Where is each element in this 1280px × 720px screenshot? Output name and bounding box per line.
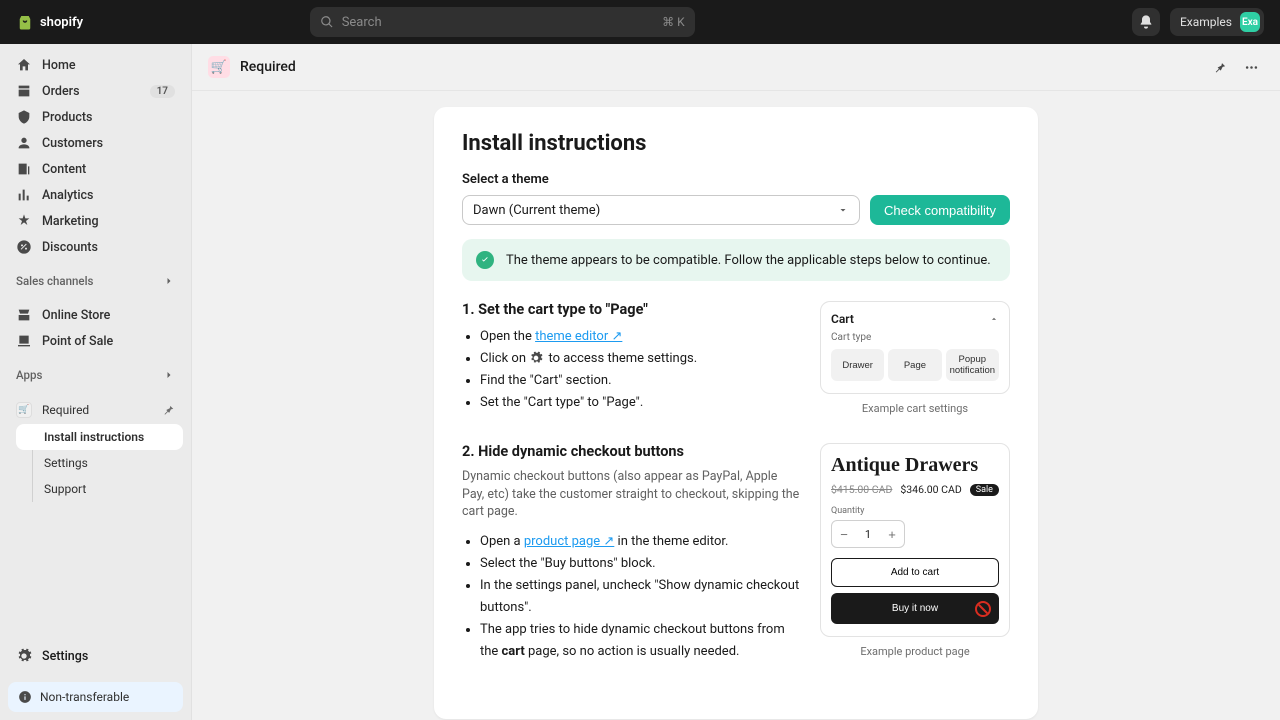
account-avatar: Exa <box>1240 12 1260 32</box>
sidebar: HomeOrders17ProductsCustomersContentAnal… <box>0 44 192 720</box>
discounts-icon <box>16 239 32 255</box>
sidebar-item-products[interactable]: Products <box>8 104 183 130</box>
dots-icon <box>1244 60 1259 75</box>
badge: 17 <box>150 85 175 98</box>
chevron-right-icon <box>163 275 175 287</box>
step-2-bullet-2: Select the "Buy buttons" block. <box>480 553 800 575</box>
sidebar-sub-support[interactable]: Support <box>16 476 183 502</box>
analytics-icon <box>16 187 32 203</box>
non-transferable-badge[interactable]: Non-transferable <box>8 682 183 712</box>
select-theme-label: Select a theme <box>462 172 1010 187</box>
check-circle-icon <box>476 251 494 269</box>
pin-button[interactable] <box>1206 54 1232 80</box>
products-icon <box>16 109 32 125</box>
check-compatibility-button[interactable]: Check compatibility <box>870 195 1010 225</box>
step-1-title: 1. Set the cart type to "Page" <box>462 301 800 318</box>
step-2: 2. Hide dynamic checkout buttons Dynamic… <box>462 443 1010 663</box>
store-icon <box>16 307 32 323</box>
home-icon <box>16 57 32 73</box>
bell-icon <box>1138 14 1154 30</box>
qty-minus[interactable]: − <box>832 521 856 547</box>
product-page-link[interactable]: product page ↗ <box>524 534 614 549</box>
shopify-bag-icon <box>16 13 34 31</box>
sidebar-item-home[interactable]: Home <box>8 52 183 78</box>
chevron-up-icon <box>989 314 999 324</box>
preview-caption: Example product page <box>820 645 1010 658</box>
cart-type-drawer[interactable]: Drawer <box>831 349 884 381</box>
step-1-bullet-3: Find the "Cart" section. <box>480 370 800 392</box>
card-heading: Install instructions <box>462 131 1010 156</box>
brand-logo[interactable]: shopify <box>16 13 83 31</box>
customers-icon <box>16 135 32 151</box>
qty-plus[interactable]: + <box>880 521 904 547</box>
buy-now-button[interactable]: Buy it now <box>831 593 999 624</box>
sidebar-app-required[interactable]: 🛒 Required <box>8 396 183 424</box>
info-icon <box>18 690 32 704</box>
chevron-right-icon <box>163 369 175 381</box>
page-header: 🛒 Required <box>192 44 1280 91</box>
account-menu[interactable]: Examples Exa <box>1170 8 1264 36</box>
gear-icon <box>529 351 545 367</box>
step-2-bullet-3: In the settings panel, uncheck "Show dyn… <box>480 575 800 619</box>
sidebar-item-analytics[interactable]: Analytics <box>8 182 183 208</box>
content-icon <box>16 161 32 177</box>
theme-select[interactable]: Dawn (Current theme) <box>462 195 860 225</box>
step-1: 1. Set the cart type to "Page" Open the … <box>462 301 1010 415</box>
app-icon: 🛒 <box>16 402 32 418</box>
install-card: Install instructions Select a theme Dawn… <box>434 107 1038 719</box>
channel-point-of-sale[interactable]: Point of Sale <box>8 328 183 354</box>
sidebar-item-orders[interactable]: Orders17 <box>8 78 183 104</box>
global-search[interactable]: Search ⌘ K <box>310 7 695 37</box>
sidebar-item-discounts[interactable]: Discounts <box>8 234 183 260</box>
cart-type-popup[interactable]: Popup notification <box>946 349 999 381</box>
step-2-desc: Dynamic checkout buttons (also appear as… <box>462 468 800 521</box>
orders-icon <box>16 83 32 99</box>
pos-icon <box>16 333 32 349</box>
compatibility-banner: The theme appears to be compatible. Foll… <box>462 239 1010 281</box>
search-placeholder: Search <box>342 15 382 30</box>
sidebar-item-marketing[interactable]: Marketing <box>8 208 183 234</box>
step-2-bullet-4: The app tries to hide dynamic checkout b… <box>480 619 800 663</box>
sidebar-sub-settings[interactable]: Settings <box>16 450 183 476</box>
product-preview: Antique Drawers $415.00 CAD $346.00 CAD … <box>820 443 1010 637</box>
step-2-title: 2. Hide dynamic checkout buttons <box>462 443 800 460</box>
theme-editor-link[interactable]: theme editor ↗ <box>535 329 622 344</box>
channel-online-store[interactable]: Online Store <box>8 302 183 328</box>
app-logo: 🛒 <box>208 56 230 78</box>
preview-caption: Example cart settings <box>820 402 1010 415</box>
step-1-bullet-4: Set the "Cart type" to "Page". <box>480 392 800 414</box>
brand-text: shopify <box>40 15 83 30</box>
add-to-cart-button[interactable]: Add to cart <box>831 558 999 587</box>
topbar: shopify Search ⌘ K Examples Exa <box>0 0 1280 44</box>
sidebar-settings[interactable]: Settings <box>8 642 183 670</box>
more-button[interactable] <box>1238 54 1264 80</box>
step-2-bullet-1: Open a product page ↗ in the theme edito… <box>480 531 800 553</box>
page-title: Required <box>240 59 296 75</box>
sidebar-item-content[interactable]: Content <box>8 156 183 182</box>
gear-icon <box>16 648 32 664</box>
chevron-down-icon <box>837 204 849 216</box>
step-1-bullet-2: Click on to access theme settings. <box>480 348 800 370</box>
apps-heading[interactable]: Apps <box>0 354 191 388</box>
search-icon <box>320 15 334 29</box>
pin-icon[interactable] <box>161 403 175 417</box>
pin-icon <box>1212 60 1227 75</box>
quantity-stepper[interactable]: − 1 + <box>831 520 905 548</box>
cart-type-page[interactable]: Page <box>888 349 941 381</box>
step-1-bullet-1: Open the theme editor ↗ <box>480 326 800 348</box>
notifications-button[interactable] <box>1132 8 1160 36</box>
account-name: Examples <box>1180 15 1232 29</box>
sidebar-sub-install-instructions[interactable]: Install instructions <box>16 424 183 450</box>
marketing-icon <box>16 213 32 229</box>
search-kbd-hint: ⌘ K <box>662 15 685 29</box>
sales-channels-heading[interactable]: Sales channels <box>0 260 191 294</box>
disabled-icon <box>975 601 991 617</box>
sidebar-item-customers[interactable]: Customers <box>8 130 183 156</box>
main-content: 🛒 Required Install instructions Select a… <box>192 44 1280 720</box>
cart-settings-preview: Cart Cart type Drawer Page Popup notific… <box>820 301 1010 394</box>
